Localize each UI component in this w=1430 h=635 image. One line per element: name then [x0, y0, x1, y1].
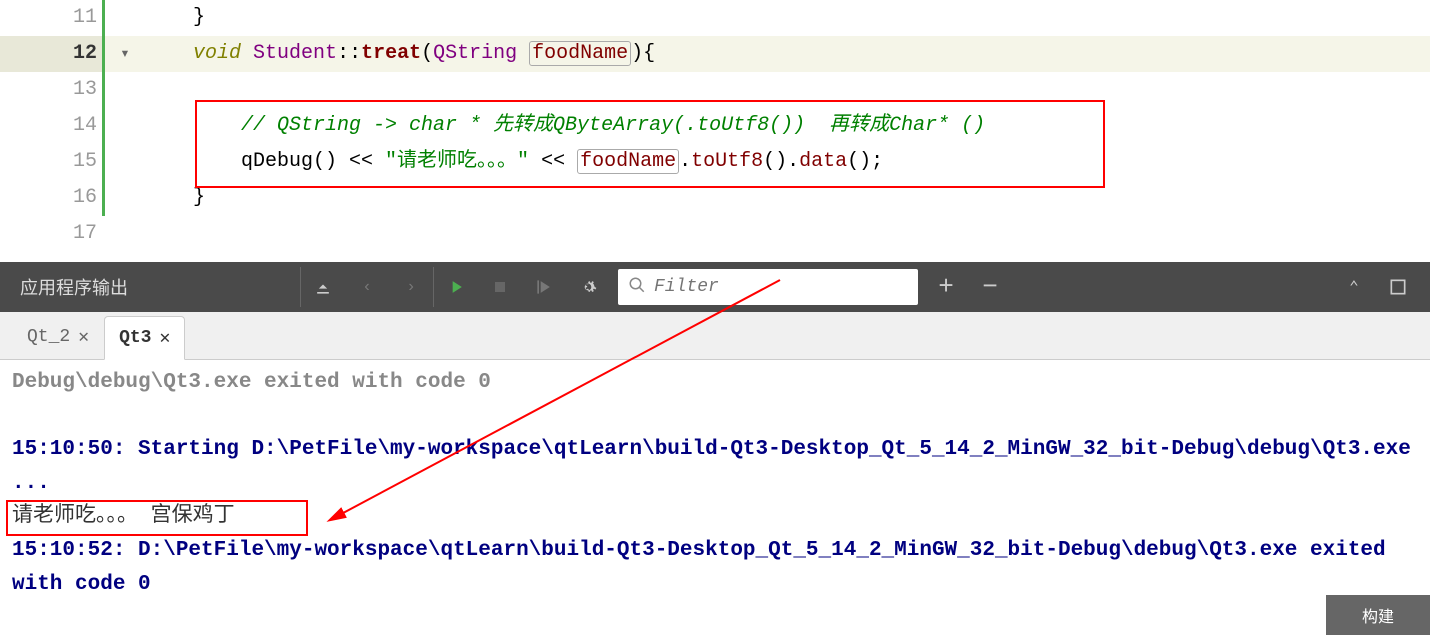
- close-icon[interactable]: ✕: [78, 326, 89, 348]
- line-number: 17: [0, 216, 105, 252]
- attach-icon[interactable]: [524, 267, 564, 307]
- settings-icon[interactable]: [568, 267, 608, 307]
- console-line: [12, 400, 1418, 434]
- console-line: 15:10:52: D:\PetFile\my-workspace\qtLear…: [12, 534, 1418, 601]
- stop-icon[interactable]: [480, 267, 520, 307]
- code-text[interactable]: [145, 216, 1430, 252]
- line-number: 16: [0, 180, 105, 216]
- line-number: 15: [0, 144, 105, 180]
- code-text[interactable]: // QString -> char * 先转成QByteArray(.toUt…: [145, 108, 1430, 144]
- close-icon[interactable]: ✕: [159, 327, 170, 349]
- code-text[interactable]: void Student::treat(QString foodName){: [145, 36, 1430, 72]
- build-button[interactable]: 构建: [1326, 595, 1430, 635]
- collapse-icon[interactable]: ⌃: [1334, 267, 1374, 307]
- line-number: 13: [0, 72, 105, 108]
- code-text[interactable]: }: [145, 180, 1430, 216]
- panel-title: 应用程序输出: [0, 274, 300, 300]
- code-editor[interactable]: 11 } 12 ▾ void Student::treat(QString fo…: [0, 0, 1430, 262]
- prev-icon[interactable]: ‹: [347, 267, 387, 307]
- output-toolbar: 应用程序输出 ‹ › + − ⌃: [0, 262, 1430, 312]
- console-line: Debug\debug\Qt3.exe exited with code 0: [12, 366, 1418, 400]
- output-tabs: Qt_2 ✕ Qt3 ✕: [0, 312, 1430, 360]
- zoom-out-icon[interactable]: −: [970, 267, 1010, 307]
- filter-input-container: [618, 269, 918, 305]
- tab-qt3[interactable]: Qt3 ✕: [104, 316, 185, 360]
- code-text[interactable]: qDebug() << "请老师吃。。。" << foodName.toUtf8…: [145, 144, 1430, 180]
- code-text[interactable]: [145, 72, 1430, 108]
- line-number: 14: [0, 108, 105, 144]
- console-line: 请老师吃。。。 宫保鸡丁: [12, 500, 1418, 534]
- line-number: 12: [0, 36, 105, 72]
- brush-icon[interactable]: [303, 267, 343, 307]
- fold-column: [105, 0, 145, 36]
- code-text[interactable]: }: [145, 0, 1430, 36]
- line-number: 11: [0, 0, 105, 36]
- maximize-icon[interactable]: [1378, 267, 1418, 307]
- zoom-in-icon[interactable]: +: [926, 267, 966, 307]
- console-line: 15:10:50: Starting D:\PetFile\my-workspa…: [12, 433, 1418, 500]
- run-icon[interactable]: [436, 267, 476, 307]
- filter-input[interactable]: [654, 277, 908, 297]
- fold-marker[interactable]: ▾: [105, 36, 145, 72]
- console-output[interactable]: Debug\debug\Qt3.exe exited with code 0 1…: [0, 360, 1430, 607]
- next-icon[interactable]: ›: [391, 267, 431, 307]
- search-icon: [628, 276, 646, 299]
- tab-qt2[interactable]: Qt_2 ✕: [12, 315, 104, 359]
